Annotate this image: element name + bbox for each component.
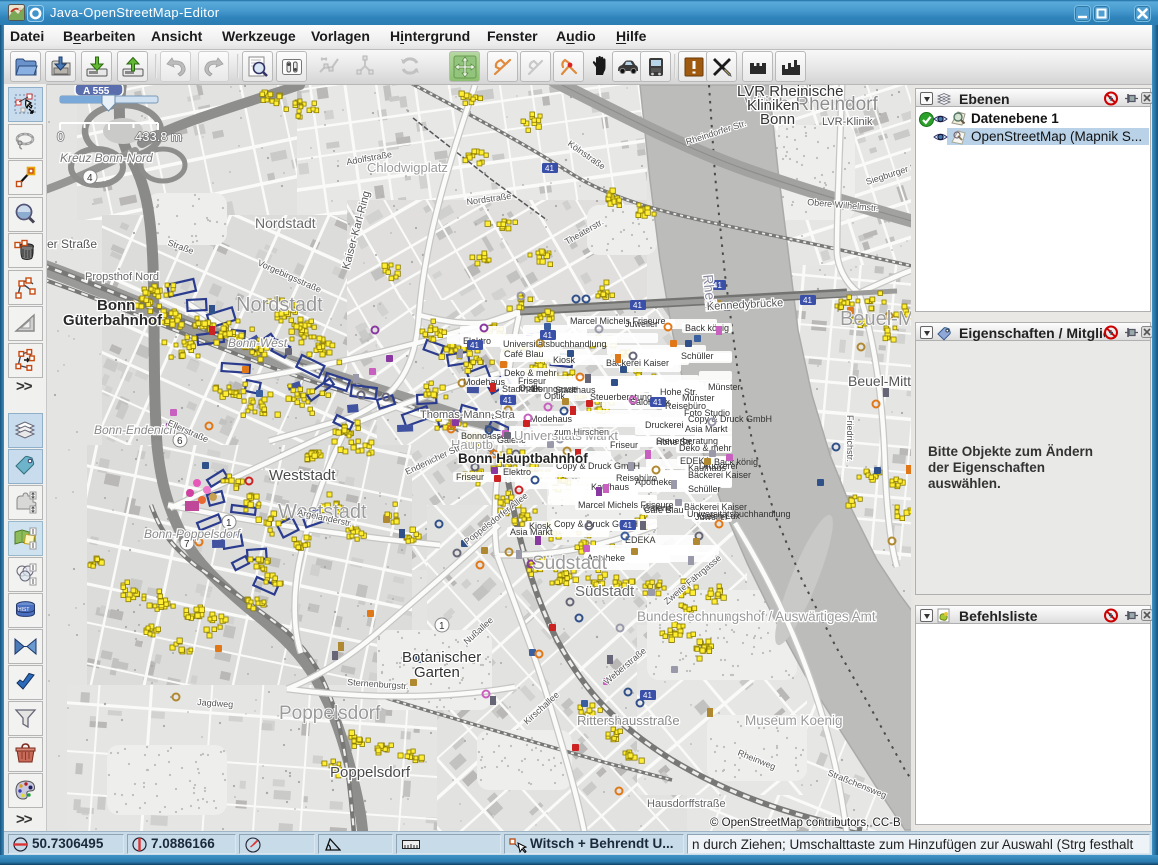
svg-text:Deko & mehr: Deko & mehr [504,368,557,378]
svg-text:Rittershausstraße: Rittershausstraße [577,713,680,728]
svg-text:Chlodwigplatz: Chlodwigplatz [367,160,448,175]
svg-text:6: 6 [177,436,183,447]
svg-text:41: 41 [470,341,479,350]
svg-text:Bonn: Bonn [760,111,795,128]
svg-text:41: 41 [643,691,652,700]
svg-text:Bonngasse: Bonngasse [532,384,577,394]
svg-text:Bonn Hauptbahnhof: Bonn Hauptbahnhof [458,451,588,466]
svg-text:Beuel-Mitt: Beuel-Mitt [848,373,911,389]
svg-text:433.8 m: 433.8 m [135,129,182,144]
svg-text:41: 41 [623,521,632,530]
svg-text:Schüller: Schüller [681,351,714,361]
svg-text:Garten: Garten [414,664,460,681]
svg-text:zum Hirschen: zum Hirschen [554,427,609,437]
svg-text:Reisebüro: Reisebüro [616,473,657,483]
svg-text:0: 0 [57,129,64,144]
svg-text:1: 1 [439,621,445,632]
svg-text:Salon Lux: Salon Lux [700,511,741,521]
svg-text:Weststadt: Weststadt [269,467,336,484]
svg-text:Güterbahnhof: Güterbahnhof [63,312,163,329]
svg-text:Copy & Druck GmbH: Copy & Druck GmbH [688,414,772,424]
svg-text:Juwelier: Juwelier [625,319,658,329]
svg-text:Nordstadt: Nordstadt [236,294,323,316]
svg-text:Kreuz Bonn-Nord: Kreuz Bonn-Nord [60,151,153,165]
svg-text:41: 41 [543,331,552,340]
svg-text:Bonn-West: Bonn-West [228,336,288,350]
svg-text:Druckerei: Druckerei [645,420,684,430]
svg-text:Bäckerei Kaiser: Bäckerei Kaiser [688,470,751,480]
svg-text:Hausdorffstraße: Hausdorffstraße [647,798,726,810]
svg-text:Thomas-Mann-Stra: Thomas-Mann-Stra [420,409,516,421]
svg-text:LVR-Klinik: LVR-Klinik [822,116,873,128]
svg-text:Propsthof Nord: Propsthof Nord [85,271,159,283]
svg-text:41: 41 [545,164,554,173]
svg-text:Bonn-Endenich: Bonn-Endenich [94,423,176,437]
svg-text:HIST: HIST [18,607,29,613]
svg-text:Café Blau: Café Blau [644,505,684,515]
svg-text:41: 41 [633,301,642,310]
svg-text:EDEKA: EDEKA [625,535,656,545]
svg-text:Elektro: Elektro [503,467,531,477]
svg-text:Schüller: Schüller [688,484,721,494]
svg-text:Poppelsdorf: Poppelsdorf [330,764,411,781]
svg-text:Friseur: Friseur [456,472,484,482]
svg-text:Südstadt: Südstadt [532,553,608,574]
svg-text:Beuel-Mi: Beuel-Mi [840,308,911,330]
svg-text:© OpenStreetMap contributors,: © OpenStreetMap contributors, CC-B [710,817,901,829]
svg-text:Friedrichstr.: Friedrichstr. [845,415,855,462]
svg-text:41: 41 [653,398,662,407]
svg-text:Poppelsdorf: Poppelsdorf [279,703,381,724]
svg-text:Reisebüro: Reisebüro [665,401,706,411]
svg-text:Asia Markt: Asia Markt [510,527,553,537]
svg-text:4: 4 [87,173,93,184]
svg-text:er Straße: er Straße [47,237,97,251]
svg-text:Café Blau: Café Blau [504,349,544,359]
svg-text:Universitätsbuchhandlung: Universitätsbuchhandlung [503,339,607,349]
svg-text:Deko & mehr: Deko & mehr [679,443,732,453]
svg-text:Back könig: Back könig [685,323,729,333]
svg-text:Museum Koenig: Museum Koenig [745,713,843,728]
svg-text:Münster: Münster [708,382,741,392]
svg-text:Modehaus: Modehaus [463,377,506,387]
svg-text:41: 41 [503,396,512,405]
svg-text:Bundesrechnungshof / Auswärtig: Bundesrechnungshof / Auswärtiges Amt [637,609,876,624]
svg-text:41: 41 [803,296,812,305]
svg-text:Asia Markt: Asia Markt [685,424,728,434]
svg-text:Modehaus: Modehaus [530,414,573,424]
svg-text:Bonn-Poppelsdorf: Bonn-Poppelsdorf [144,527,242,541]
svg-text:Südstadt: Südstadt [575,583,635,600]
svg-text:Nordstadt: Nordstadt [255,215,316,231]
